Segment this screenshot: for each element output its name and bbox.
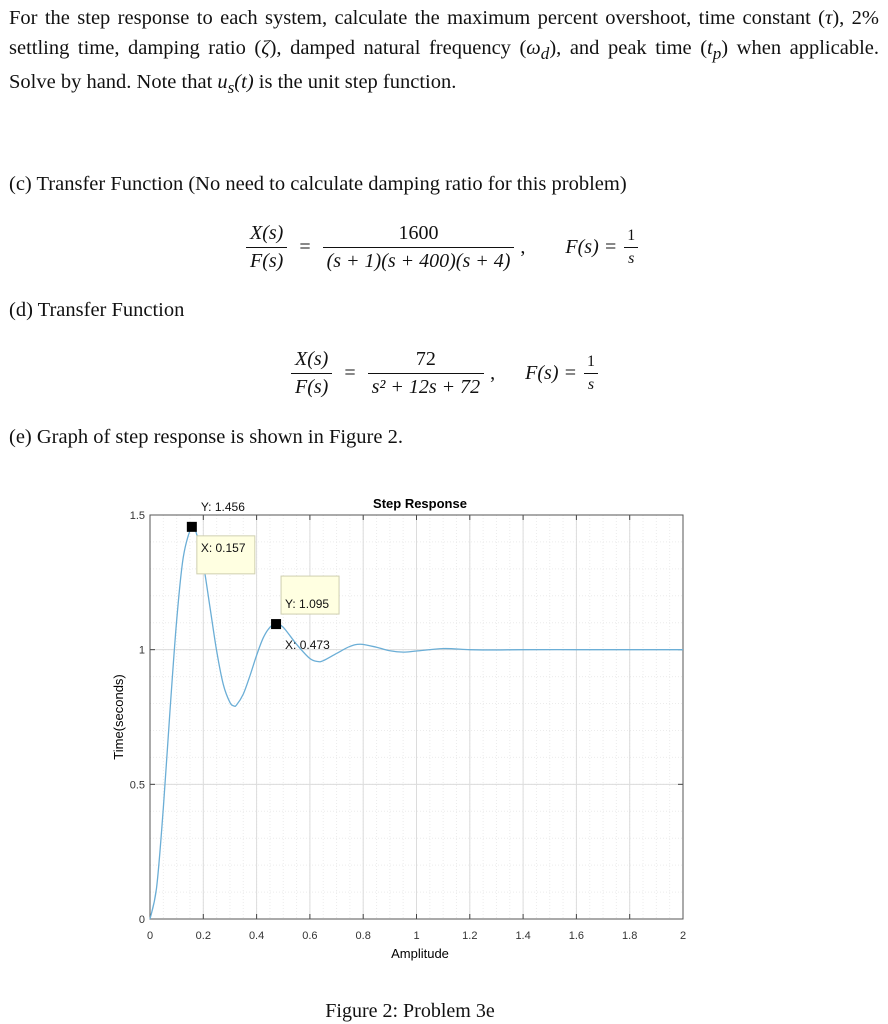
figure-caption: Figure 2: Problem 3e <box>325 1000 495 1022</box>
zeta-symbol: ζ <box>261 36 270 59</box>
input-lhs: F(s) = <box>565 236 618 258</box>
lhs-fraction: X(s) F(s) <box>246 222 288 273</box>
datatip-x: X: 0.473 <box>285 638 330 652</box>
x-tick-label: 0.8 <box>356 930 371 942</box>
y-tick-label: 0.5 <box>130 779 145 791</box>
datatip-y: Y: 1.456 <box>201 500 245 514</box>
numerator: X(s) <box>250 222 284 244</box>
denominator: s <box>583 373 599 394</box>
lhs-fraction: X(s) F(s) <box>291 348 333 399</box>
input-lhs: F(s) = <box>525 362 577 384</box>
intro-text: ), and peak time ( <box>549 36 708 59</box>
step-response-chart: Step Response Amplitude Time(seconds) 00… <box>111 496 686 961</box>
equals-sign: = <box>344 362 356 384</box>
denominator: F(s) <box>291 373 333 399</box>
numerator: 1600 <box>398 222 439 244</box>
problem-c-equation: X(s) F(s) = 1600 (s + 1)(s + 400)(s + 4) ,… <box>240 222 645 273</box>
datatip-marker <box>271 619 282 630</box>
input-fraction: 1s <box>583 353 599 394</box>
problem-d-label: (d) Transfer Function <box>9 299 185 321</box>
x-tick-label: 0.6 <box>302 930 317 942</box>
x-tick-label: 1.6 <box>569 930 584 942</box>
problem-e-label: (e) Graph of step response is shown in F… <box>9 426 403 448</box>
numerator: 72 <box>415 348 436 370</box>
omega-symbol: ω <box>526 36 541 59</box>
x-tick-label: 0.2 <box>196 930 211 942</box>
y-tick-label: 1.5 <box>130 510 145 522</box>
intro-text: is the unit step function. <box>253 71 457 94</box>
x-tick-label: 1.2 <box>462 930 477 942</box>
chart-title: Step Response <box>373 496 467 511</box>
tp-subscript: p <box>712 43 722 63</box>
x-tick-label: 0 <box>147 930 153 942</box>
comma: , <box>520 236 526 258</box>
numerator: 1 <box>627 227 636 244</box>
comma: , <box>490 362 496 384</box>
numerator: 1 <box>587 353 595 370</box>
problem-c-label: (c) Transfer Function (No need to calcul… <box>9 173 627 195</box>
us-argument: (t) <box>234 71 254 94</box>
problem-instructions: For the step response to each system, ca… <box>9 4 879 103</box>
rhs-fraction: 1600 (s + 1)(s + 400)(s + 4) <box>322 222 515 273</box>
denominator: s² + 12s + 72 <box>367 373 485 399</box>
input-fraction: 1s <box>623 227 639 268</box>
x-tick-label: 2 <box>680 930 686 942</box>
denominator: s <box>624 247 639 268</box>
us-symbol: u <box>217 71 228 94</box>
datatip-y: Y: 1.095 <box>285 597 329 611</box>
denominator: (s + 1)(s + 400)(s + 4) <box>322 247 515 273</box>
x-axis-label: Amplitude <box>391 946 449 961</box>
x-tick-label: 1.8 <box>622 930 637 942</box>
denominator: F(s) <box>246 247 288 273</box>
datatip-x: X: 0.157 <box>201 541 246 555</box>
datatip-marker <box>186 521 197 532</box>
x-tick-label: 1 <box>413 930 419 942</box>
equals-sign: = <box>299 236 311 258</box>
intro-text: For the step response to each system, ca… <box>9 7 825 29</box>
y-axis-label: Time(seconds) <box>111 674 126 759</box>
rhs-fraction: 72 s² + 12s + 72 <box>367 348 485 399</box>
problem-d-equation: X(s) F(s) = 72 s² + 12s + 72 , F(s) = 1s <box>285 348 605 399</box>
y-tick-label: 0 <box>139 914 145 926</box>
numerator: X(s) <box>295 348 329 370</box>
intro-text: ), damped natural frequency ( <box>269 36 527 59</box>
x-tick-label: 0.4 <box>249 930 264 942</box>
y-tick-label: 1 <box>139 645 145 657</box>
x-tick-label: 1.4 <box>515 930 530 942</box>
